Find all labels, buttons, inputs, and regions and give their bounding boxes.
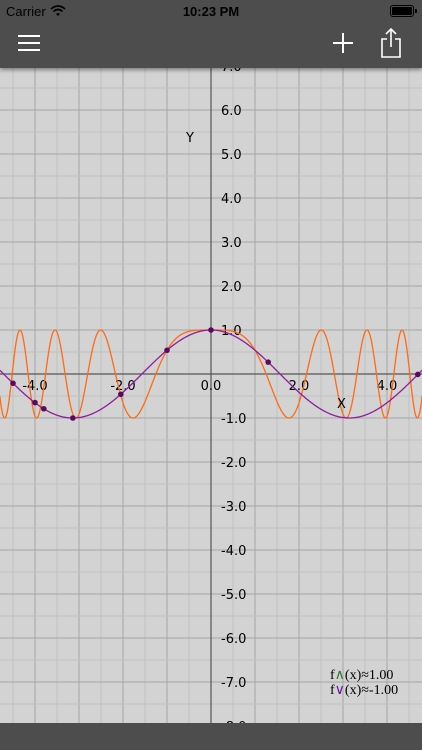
share-button[interactable] <box>376 28 406 58</box>
status-bar: Carrier 10:23 PM <box>0 0 422 22</box>
y-tick-label: -7.0 <box>221 676 246 691</box>
status-time: 10:23 PM <box>182 3 240 19</box>
hamburger-icon <box>18 35 40 51</box>
data-point <box>10 380 16 387</box>
data-point <box>415 371 421 378</box>
bottom-bar <box>0 723 422 750</box>
y-tick-label: 2.0 <box>221 280 242 295</box>
share-icon <box>381 28 401 58</box>
battery-icon <box>390 5 417 17</box>
data-point <box>41 405 47 412</box>
x-tick-label: 4.0 <box>377 379 398 394</box>
graph-canvas[interactable]: -4.0-2.00.02.04.08.07.06.05.04.03.02.01.… <box>0 0 422 750</box>
plus-icon <box>333 33 353 53</box>
max-arrow-icon: ∧ <box>334 668 345 683</box>
data-point <box>208 327 214 333</box>
y-tick-label: 5.0 <box>221 148 242 163</box>
y-tick-label: -5.0 <box>221 588 246 603</box>
y-tick-label: 3.0 <box>221 236 242 251</box>
data-point <box>32 399 38 406</box>
x-axis-label: X <box>337 397 346 412</box>
x-tick-label: 0.0 <box>201 379 222 394</box>
y-tick-label: -1.0 <box>221 412 246 427</box>
y-tick-label: -4.0 <box>221 544 246 559</box>
y-tick-label: 4.0 <box>221 192 242 207</box>
y-tick-label: 6.0 <box>221 104 242 119</box>
menu-button[interactable] <box>14 28 44 58</box>
y-axis-label: Y <box>185 131 194 146</box>
data-point <box>70 415 76 421</box>
y-tick-label: -3.0 <box>221 500 246 515</box>
y-tick-label: -2.0 <box>221 456 246 471</box>
min-readout: f∨(x)≈-1.00 <box>330 683 399 698</box>
data-point <box>265 359 272 365</box>
y-tick-label: -6.0 <box>221 632 246 647</box>
function-readout: f∧(x)≈1.00 f∨(x)≈-1.00 <box>330 668 398 698</box>
min-arrow-icon: ∨ <box>334 683 345 698</box>
data-point <box>118 391 124 398</box>
max-readout: f∧(x)≈1.00 <box>330 668 394 683</box>
data-point <box>164 347 170 354</box>
add-button[interactable] <box>328 28 358 58</box>
